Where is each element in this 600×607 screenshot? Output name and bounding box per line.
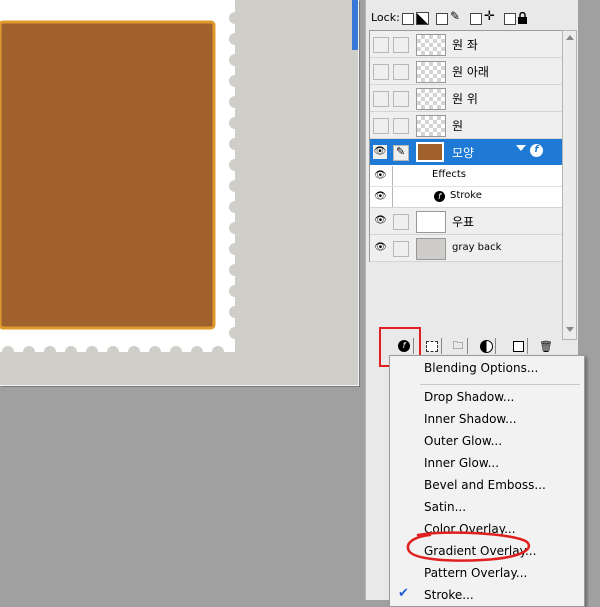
layer-name: 원 좌 — [452, 38, 478, 52]
add-mask-button[interactable] — [423, 338, 442, 354]
menu-label: Bevel and Emboss... — [424, 478, 546, 492]
layer-thumbnail — [416, 61, 446, 83]
menu-label: Blending Options... — [424, 361, 539, 375]
checkmark-icon: ✔ — [398, 586, 409, 601]
layer-name: 원 — [452, 119, 464, 133]
layer-name: 우표 — [452, 215, 475, 229]
layer-style-menu: Blending Options... Drop Shadow... Inner… — [389, 355, 585, 607]
menu-label: Outer Glow... — [424, 434, 503, 448]
scroll-down-icon[interactable] — [566, 327, 574, 332]
lock-icon — [518, 12, 527, 24]
menu-label: Drop Shadow... — [424, 390, 515, 404]
move-icon: ✛ — [484, 9, 495, 24]
layer-thumbnail — [416, 142, 444, 162]
stamp-artwork — [0, 0, 241, 358]
eye-icon[interactable]: 👁 — [374, 215, 387, 227]
layer-list: 원 좌 원 아래 원 위 원 👁 ✎ 모양 f 👁 Effects 👁 f St… — [369, 30, 564, 262]
menu-label: Inner Glow... — [424, 456, 500, 470]
visibility-toggle[interactable] — [373, 91, 389, 107]
divider — [392, 187, 393, 207]
trash-icon: 🗑 — [539, 339, 553, 353]
stroke-effect-row[interactable]: 👁 f Stroke — [370, 187, 563, 208]
menu-separator — [420, 384, 580, 385]
eye-icon[interactable]: 👁 — [374, 191, 387, 202]
visibility-toggle[interactable] — [373, 64, 389, 80]
fx-icon: f — [434, 191, 445, 202]
layer-row[interactable]: 👁 우표 — [370, 208, 563, 235]
menu-item-drop-shadow[interactable]: Drop Shadow... — [390, 386, 584, 408]
visibility-toggle[interactable] — [373, 118, 389, 134]
annotation-circle — [406, 531, 531, 562]
link-toggle[interactable] — [393, 118, 409, 134]
menu-label: Pattern Overlay... — [424, 566, 528, 580]
link-toggle[interactable] — [393, 37, 409, 53]
menu-item-blending-options[interactable]: Blending Options... — [390, 357, 584, 379]
adjustment-icon — [479, 339, 493, 353]
mask-icon — [426, 340, 438, 352]
effects-label: Effects — [432, 169, 466, 180]
menu-label: Inner Shadow... — [424, 412, 517, 426]
layer-thumbnail — [416, 238, 446, 260]
layer-name: 원 아래 — [452, 65, 489, 79]
link-toggle[interactable] — [393, 214, 409, 230]
adjustment-layer-button[interactable] — [477, 338, 496, 354]
eye-icon[interactable]: 👁 — [374, 170, 387, 181]
menu-item-inner-glow[interactable]: Inner Glow... — [390, 452, 584, 474]
layer-row[interactable]: 원 위 — [370, 85, 563, 112]
layer-thumbnail — [416, 88, 446, 110]
transparency-icon — [416, 12, 429, 25]
menu-item-outer-glow[interactable]: Outer Glow... — [390, 430, 584, 452]
lock-transparent-checkbox[interactable] — [402, 13, 414, 25]
menu-item-pattern-overlay[interactable]: Pattern Overlay... — [390, 562, 584, 584]
menu-item-satin[interactable]: Satin... — [390, 496, 584, 518]
layer-name: 모양 — [452, 146, 475, 160]
layers-scrollbar[interactable] — [562, 30, 577, 340]
stroke-label: Stroke — [450, 190, 482, 201]
menu-label: Satin... — [424, 500, 467, 514]
delete-layer-button[interactable]: 🗑 — [537, 338, 555, 354]
link-toggle[interactable] — [393, 64, 409, 80]
new-group-button[interactable]: 🗀 — [449, 338, 468, 354]
scroll-up-icon[interactable] — [566, 35, 574, 40]
lock-position-checkbox[interactable] — [470, 13, 482, 25]
canvas-window[interactable] — [0, 0, 359, 386]
layer-row-selected[interactable]: 👁 ✎ 모양 f — [370, 139, 563, 165]
lock-all-checkbox[interactable] — [504, 13, 516, 25]
expand-arrow-icon[interactable] — [516, 145, 526, 151]
effects-row[interactable]: 👁 Effects — [370, 166, 563, 187]
layer-row[interactable]: 원 좌 — [370, 31, 563, 58]
lock-pixels-checkbox[interactable] — [436, 13, 448, 25]
link-toggle[interactable] — [393, 241, 409, 257]
eye-icon[interactable]: 👁 — [373, 145, 387, 159]
menu-item-bevel-emboss[interactable]: Bevel and Emboss... — [390, 474, 584, 496]
layer-thumbnail — [416, 211, 446, 233]
canvas-scrollbar[interactable] — [352, 0, 358, 50]
brush-link-icon[interactable]: ✎ — [393, 145, 409, 161]
menu-item-inner-shadow[interactable]: Inner Shadow... — [390, 408, 584, 430]
brush-icon: ✎ — [450, 9, 461, 23]
divider — [392, 166, 393, 186]
layer-name: 원 위 — [452, 92, 478, 106]
layer-name: gray back — [452, 242, 502, 253]
layer-row[interactable]: 원 — [370, 112, 563, 139]
layer-thumbnail — [416, 34, 446, 56]
layer-row[interactable]: 원 아래 — [370, 58, 563, 85]
layer-row[interactable]: 👁 gray back — [370, 235, 563, 262]
visibility-toggle[interactable] — [373, 37, 389, 53]
fx-icon: f — [530, 144, 543, 157]
new-layer-button[interactable] — [509, 338, 528, 354]
eye-icon[interactable]: 👁 — [374, 242, 387, 254]
link-toggle[interactable] — [393, 91, 409, 107]
lock-label: Lock: — [371, 11, 400, 24]
menu-item-stroke[interactable]: ✔ Stroke... — [390, 584, 584, 606]
folder-icon: 🗀 — [452, 338, 464, 352]
layer-thumbnail — [416, 115, 446, 137]
lock-row: Lock: ✎ ✛ — [366, 8, 578, 28]
new-layer-icon — [512, 340, 524, 352]
